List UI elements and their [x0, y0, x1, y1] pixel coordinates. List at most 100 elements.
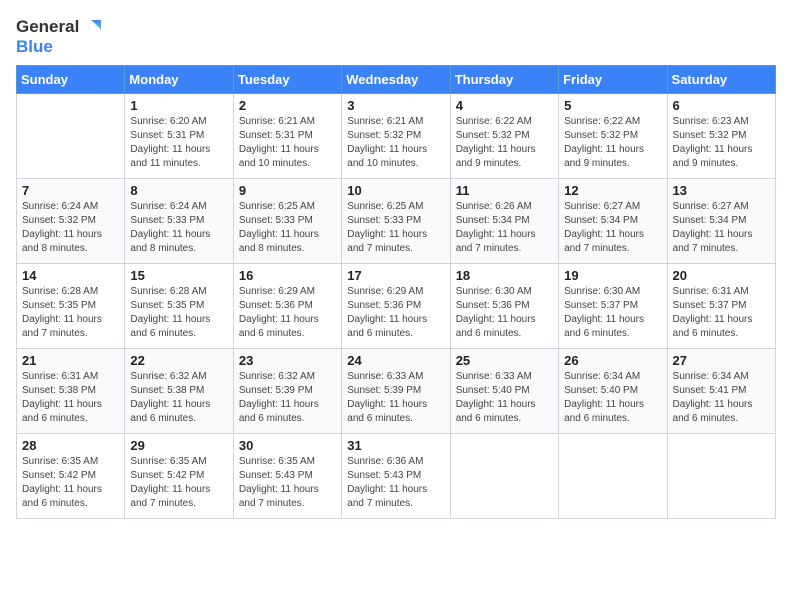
day-info: Sunrise: 6:24 AMSunset: 5:33 PMDaylight:… — [130, 200, 227, 256]
day-info: Sunrise: 6:25 AMSunset: 5:33 PMDaylight:… — [347, 200, 444, 256]
day-info: Sunrise: 6:31 AMSunset: 5:37 PMDaylight:… — [673, 285, 770, 341]
day-info: Sunrise: 6:25 AMSunset: 5:33 PMDaylight:… — [239, 200, 336, 256]
day-number: 8 — [130, 183, 227, 198]
calendar-cell: 7 Sunrise: 6:24 AMSunset: 5:32 PMDayligh… — [17, 178, 125, 263]
calendar-cell — [450, 433, 558, 518]
day-info: Sunrise: 6:30 AMSunset: 5:37 PMDaylight:… — [564, 285, 661, 341]
calendar-cell: 26 Sunrise: 6:34 AMSunset: 5:40 PMDaylig… — [559, 348, 667, 433]
calendar-cell: 3 Sunrise: 6:21 AMSunset: 5:32 PMDayligh… — [342, 93, 450, 178]
day-info: Sunrise: 6:33 AMSunset: 5:39 PMDaylight:… — [347, 370, 444, 426]
day-number: 31 — [347, 438, 444, 453]
day-info: Sunrise: 6:27 AMSunset: 5:34 PMDaylight:… — [673, 200, 770, 256]
calendar-cell: 18 Sunrise: 6:30 AMSunset: 5:36 PMDaylig… — [450, 263, 558, 348]
calendar-cell: 2 Sunrise: 6:21 AMSunset: 5:31 PMDayligh… — [233, 93, 341, 178]
day-info: Sunrise: 6:22 AMSunset: 5:32 PMDaylight:… — [456, 115, 553, 171]
day-info: Sunrise: 6:20 AMSunset: 5:31 PMDaylight:… — [130, 115, 227, 171]
day-number: 4 — [456, 98, 553, 113]
calendar-cell: 10 Sunrise: 6:25 AMSunset: 5:33 PMDaylig… — [342, 178, 450, 263]
weekday-header-monday: Monday — [125, 65, 233, 93]
day-number: 28 — [22, 438, 119, 453]
day-number: 7 — [22, 183, 119, 198]
calendar-cell: 4 Sunrise: 6:22 AMSunset: 5:32 PMDayligh… — [450, 93, 558, 178]
day-number: 22 — [130, 353, 227, 368]
day-info: Sunrise: 6:24 AMSunset: 5:32 PMDaylight:… — [22, 200, 119, 256]
day-info: Sunrise: 6:22 AMSunset: 5:32 PMDaylight:… — [564, 115, 661, 171]
calendar-cell: 21 Sunrise: 6:31 AMSunset: 5:38 PMDaylig… — [17, 348, 125, 433]
calendar-cell: 30 Sunrise: 6:35 AMSunset: 5:43 PMDaylig… — [233, 433, 341, 518]
day-info: Sunrise: 6:28 AMSunset: 5:35 PMDaylight:… — [22, 285, 119, 341]
calendar-cell: 5 Sunrise: 6:22 AMSunset: 5:32 PMDayligh… — [559, 93, 667, 178]
weekday-header-sunday: Sunday — [17, 65, 125, 93]
day-number: 2 — [239, 98, 336, 113]
day-info: Sunrise: 6:32 AMSunset: 5:38 PMDaylight:… — [130, 370, 227, 426]
day-number: 21 — [22, 353, 119, 368]
day-info: Sunrise: 6:34 AMSunset: 5:41 PMDaylight:… — [673, 370, 770, 426]
day-number: 23 — [239, 353, 336, 368]
day-info: Sunrise: 6:33 AMSunset: 5:40 PMDaylight:… — [456, 370, 553, 426]
day-number: 5 — [564, 98, 661, 113]
calendar-cell: 23 Sunrise: 6:32 AMSunset: 5:39 PMDaylig… — [233, 348, 341, 433]
calendar-cell: 15 Sunrise: 6:28 AMSunset: 5:35 PMDaylig… — [125, 263, 233, 348]
calendar-cell: 27 Sunrise: 6:34 AMSunset: 5:41 PMDaylig… — [667, 348, 775, 433]
day-info: Sunrise: 6:31 AMSunset: 5:38 PMDaylight:… — [22, 370, 119, 426]
day-info: Sunrise: 6:21 AMSunset: 5:31 PMDaylight:… — [239, 115, 336, 171]
day-number: 30 — [239, 438, 336, 453]
day-info: Sunrise: 6:36 AMSunset: 5:43 PMDaylight:… — [347, 455, 444, 511]
day-number: 16 — [239, 268, 336, 283]
calendar-cell — [559, 433, 667, 518]
calendar-cell: 28 Sunrise: 6:35 AMSunset: 5:42 PMDaylig… — [17, 433, 125, 518]
calendar-cell: 12 Sunrise: 6:27 AMSunset: 5:34 PMDaylig… — [559, 178, 667, 263]
logo: General Blue — [16, 16, 103, 57]
day-info: Sunrise: 6:34 AMSunset: 5:40 PMDaylight:… — [564, 370, 661, 426]
day-number: 3 — [347, 98, 444, 113]
calendar-cell — [17, 93, 125, 178]
day-info: Sunrise: 6:27 AMSunset: 5:34 PMDaylight:… — [564, 200, 661, 256]
day-info: Sunrise: 6:35 AMSunset: 5:43 PMDaylight:… — [239, 455, 336, 511]
logo-general: General — [16, 18, 79, 37]
day-number: 27 — [673, 353, 770, 368]
day-number: 1 — [130, 98, 227, 113]
day-info: Sunrise: 6:23 AMSunset: 5:32 PMDaylight:… — [673, 115, 770, 171]
day-info: Sunrise: 6:29 AMSunset: 5:36 PMDaylight:… — [347, 285, 444, 341]
weekday-header-saturday: Saturday — [667, 65, 775, 93]
logo-bird-icon — [81, 16, 103, 38]
day-number: 9 — [239, 183, 336, 198]
weekday-header-friday: Friday — [559, 65, 667, 93]
calendar-table: SundayMondayTuesdayWednesdayThursdayFrid… — [16, 65, 776, 519]
calendar-week-3: 14 Sunrise: 6:28 AMSunset: 5:35 PMDaylig… — [17, 263, 776, 348]
day-info: Sunrise: 6:26 AMSunset: 5:34 PMDaylight:… — [456, 200, 553, 256]
day-number: 15 — [130, 268, 227, 283]
day-number: 19 — [564, 268, 661, 283]
day-number: 25 — [456, 353, 553, 368]
day-info: Sunrise: 6:28 AMSunset: 5:35 PMDaylight:… — [130, 285, 227, 341]
weekday-header-row: SundayMondayTuesdayWednesdayThursdayFrid… — [17, 65, 776, 93]
calendar-cell: 24 Sunrise: 6:33 AMSunset: 5:39 PMDaylig… — [342, 348, 450, 433]
day-number: 12 — [564, 183, 661, 198]
day-number: 26 — [564, 353, 661, 368]
day-number: 14 — [22, 268, 119, 283]
calendar-cell: 29 Sunrise: 6:35 AMSunset: 5:42 PMDaylig… — [125, 433, 233, 518]
weekday-header-tuesday: Tuesday — [233, 65, 341, 93]
calendar-cell: 1 Sunrise: 6:20 AMSunset: 5:31 PMDayligh… — [125, 93, 233, 178]
calendar-cell: 16 Sunrise: 6:29 AMSunset: 5:36 PMDaylig… — [233, 263, 341, 348]
day-info: Sunrise: 6:35 AMSunset: 5:42 PMDaylight:… — [22, 455, 119, 511]
calendar-week-4: 21 Sunrise: 6:31 AMSunset: 5:38 PMDaylig… — [17, 348, 776, 433]
day-info: Sunrise: 6:30 AMSunset: 5:36 PMDaylight:… — [456, 285, 553, 341]
calendar-cell — [667, 433, 775, 518]
day-number: 11 — [456, 183, 553, 198]
calendar-cell: 14 Sunrise: 6:28 AMSunset: 5:35 PMDaylig… — [17, 263, 125, 348]
day-number: 6 — [673, 98, 770, 113]
calendar-cell: 6 Sunrise: 6:23 AMSunset: 5:32 PMDayligh… — [667, 93, 775, 178]
day-number: 24 — [347, 353, 444, 368]
day-number: 13 — [673, 183, 770, 198]
calendar-cell: 22 Sunrise: 6:32 AMSunset: 5:38 PMDaylig… — [125, 348, 233, 433]
day-number: 17 — [347, 268, 444, 283]
weekday-header-thursday: Thursday — [450, 65, 558, 93]
calendar-cell: 17 Sunrise: 6:29 AMSunset: 5:36 PMDaylig… — [342, 263, 450, 348]
calendar-cell: 13 Sunrise: 6:27 AMSunset: 5:34 PMDaylig… — [667, 178, 775, 263]
calendar-week-1: 1 Sunrise: 6:20 AMSunset: 5:31 PMDayligh… — [17, 93, 776, 178]
day-number: 10 — [347, 183, 444, 198]
day-number: 20 — [673, 268, 770, 283]
day-info: Sunrise: 6:35 AMSunset: 5:42 PMDaylight:… — [130, 455, 227, 511]
day-info: Sunrise: 6:29 AMSunset: 5:36 PMDaylight:… — [239, 285, 336, 341]
